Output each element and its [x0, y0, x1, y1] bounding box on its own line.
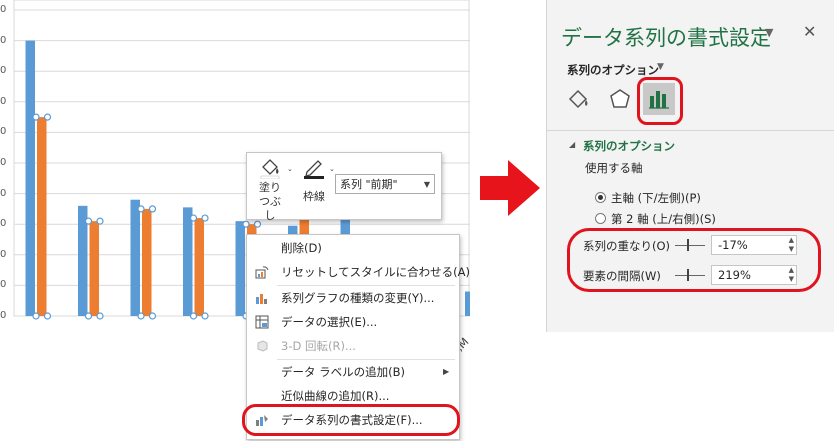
arrow-right-icon: [480, 160, 540, 216]
menu-item-reset-style[interactable]: リセットしてスタイルに合わせる(A): [247, 260, 470, 284]
mini-toolbar: 塗りつぶし ⌄ 枠線 ⌄ 系列 "前期" ▼: [246, 152, 442, 222]
format-data-series-pane: データ系列の書式設定 ▼ ✕ 系列のオプション ▼ ◢ 系列のオプション 使用す…: [546, 0, 834, 332]
y-tick-label: 0: [0, 126, 7, 138]
pane-title-dropdown-icon[interactable]: ▼: [765, 26, 773, 39]
chart-type-icon: [256, 294, 267, 304]
y-tick-label: 0: [0, 279, 7, 291]
selection-handle: [201, 214, 209, 222]
menu-item-label: データの選択(E)...: [281, 315, 378, 329]
y-tick-label: 0: [0, 34, 7, 46]
secondary-axis-label[interactable]: 第 2 軸 (上/右側)(S): [611, 211, 716, 227]
selection-handle: [148, 312, 157, 320]
selection-handle: [84, 217, 93, 225]
highlight-oval-tab: [637, 77, 683, 125]
y-tick-label: 0: [0, 187, 7, 199]
fill-line-icon[interactable]: [565, 86, 591, 112]
y-tick-label: 0: [0, 218, 7, 230]
series-select-value: 系列 "前期": [340, 178, 398, 191]
bar-series-1[interactable]: [235, 221, 246, 316]
bar-series-2[interactable]: [37, 117, 47, 316]
menu-item-label: 系列グラフの種類の変更(Y)...: [281, 291, 435, 305]
selection-handle: [84, 312, 93, 320]
selection-handle: [189, 214, 198, 222]
y-tick-label: 0: [0, 310, 7, 321]
menu-item-change-chart-type[interactable]: 系列グラフの種類の変更(Y)...: [247, 286, 459, 310]
menu-item-3d-rotation: 3-D 回転(R)...: [247, 334, 459, 358]
bar-series-2[interactable]: [142, 208, 152, 316]
menu-item-label: 3-D 回転(R)...: [281, 339, 356, 353]
selection-handle: [189, 312, 198, 320]
selection-handle: [242, 220, 250, 228]
chevron-down-icon: ▼: [423, 180, 430, 189]
outline-dropdown-arrow[interactable]: ⌄: [329, 165, 335, 173]
menu-item-select-data[interactable]: データの選択(E)...: [247, 310, 459, 334]
collapse-triangle-icon[interactable]: ◢: [569, 140, 575, 149]
menu-item-label: リセットしてスタイルに合わせる(A): [281, 265, 470, 279]
y-tick-label: 0: [0, 248, 7, 260]
chevron-down-icon[interactable]: ▼: [657, 62, 664, 72]
pane-options-dropdown[interactable]: 系列のオプション: [567, 62, 659, 78]
y-tick-label: 0: [0, 4, 7, 15]
rotate-3d-icon: [257, 340, 268, 352]
menu-item-label: データ ラベルの追加(B): [281, 365, 406, 379]
selection-handle: [96, 217, 104, 225]
selection-handle: [43, 312, 52, 320]
select-data-icon: [255, 315, 269, 329]
selection-handle: [201, 312, 209, 320]
series-select[interactable]: 系列 "前期" ▼: [335, 174, 435, 194]
fill-button[interactable]: 塗りつぶし: [253, 157, 287, 222]
close-icon[interactable]: ✕: [803, 22, 816, 41]
effects-icon[interactable]: [607, 86, 633, 112]
y-tick-label: 0: [0, 157, 7, 168]
fill-dropdown-arrow[interactable]: ⌄: [287, 165, 293, 173]
primary-axis-label[interactable]: 主軸 (下/左側)(P): [611, 190, 701, 206]
y-tick-label: 0: [0, 95, 7, 107]
menu-item-delete[interactable]: 削除(D): [247, 236, 459, 260]
bar-series-2[interactable]: [89, 221, 100, 316]
selection-handle: [43, 113, 52, 121]
selection-handle: [148, 205, 157, 213]
fill-label: 塗りつぶし: [259, 181, 281, 222]
secondary-axis-radio[interactable]: [595, 213, 606, 224]
section-header[interactable]: 系列のオプション: [583, 138, 675, 154]
bar-series-1[interactable]: [25, 40, 36, 316]
reset-style-icon: [255, 266, 269, 279]
pane-divider: [547, 130, 834, 131]
paint-bucket-icon: [260, 159, 280, 179]
selection-handle: [137, 312, 145, 320]
selection-handle: [32, 113, 40, 121]
y-tick-label: 0: [0, 65, 7, 77]
outline-button[interactable]: 枠線: [297, 157, 331, 215]
menu-item-label: 削除(D): [281, 241, 322, 255]
highlight-oval-options: [567, 228, 821, 292]
highlight-oval-menu: [242, 404, 460, 436]
axis-label: 使用する軸: [585, 161, 643, 175]
submenu-arrow-icon: ▶: [443, 367, 450, 376]
bar-series-1[interactable]: [130, 199, 141, 316]
selection-handle: [137, 205, 145, 213]
bar-series-1-partial[interactable]: [465, 291, 470, 316]
primary-axis-radio[interactable]: [595, 192, 606, 203]
bar-series-2[interactable]: [194, 218, 205, 316]
pen-icon: [304, 160, 324, 179]
pane-title: データ系列の書式設定: [561, 26, 771, 50]
menu-item-add-data-labels[interactable]: データ ラベルの追加(B) ▶: [247, 360, 459, 384]
outline-label: 枠線: [303, 190, 325, 203]
selection-handle: [32, 312, 40, 320]
bar-series-1[interactable]: [183, 207, 193, 316]
selection-handle: [96, 312, 104, 320]
